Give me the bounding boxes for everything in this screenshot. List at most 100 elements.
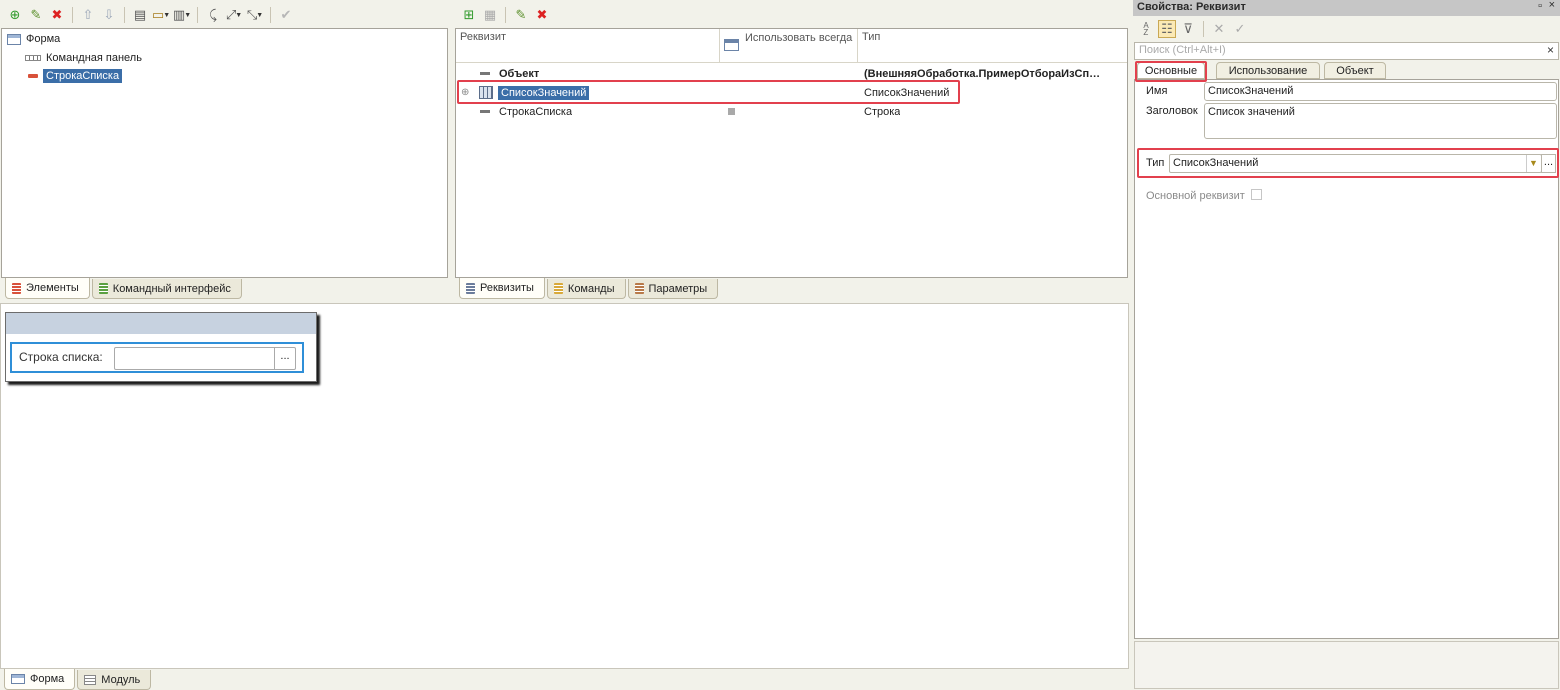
toolbar-separator [124, 7, 125, 23]
form-preview-header [6, 313, 316, 334]
requisites-tabbar: Реквизиты Команды Параметры [455, 278, 1128, 299]
minus-icon [480, 110, 490, 113]
apply-icon[interactable]: ✓ [1231, 20, 1249, 38]
tab-label: Командный интерфейс [112, 282, 231, 295]
tab-command-interface[interactable]: Командный интерфейс [91, 279, 242, 299]
column-header-label: Тип [862, 31, 881, 43]
tree-item-list-string[interactable]: СтрокаСписка [28, 67, 123, 85]
title-field[interactable]: Список значений [1204, 103, 1557, 139]
properties-toolbar: AZ ☷ ⊽ ✕ ✓ [1133, 17, 1560, 41]
sort-alphabet-icon[interactable]: AZ [1137, 20, 1155, 38]
tab-parameters[interactable]: Параметры [627, 279, 719, 299]
field-label: Строка списка: [19, 350, 103, 364]
pin-icon[interactable]: ▫ [1538, 0, 1542, 12]
resize-icon[interactable]: ⤢ ▼ [225, 6, 243, 24]
column-header-label: Реквизит [460, 31, 506, 43]
tab-label: Реквизиты [480, 282, 534, 294]
tree-item-label: Форма [26, 33, 61, 45]
close-icon[interactable]: × [1549, 0, 1555, 11]
form-preview-body: Строка списка: ... [10, 342, 304, 373]
choice-button-label: ... [280, 350, 290, 362]
clear-search-icon[interactable]: × [1547, 43, 1554, 57]
field-icon [28, 74, 38, 78]
parameters-icon [634, 283, 644, 294]
form-preview-window: Строка списка: ... [5, 312, 317, 382]
table-row[interactable]: СтрокаСписка Строка [458, 102, 1128, 121]
tab-form[interactable]: Форма [4, 669, 76, 690]
stretch-icon[interactable]: ⤡ ▼ [246, 6, 264, 24]
highlight-selected-row [457, 80, 960, 104]
elements-tree: Форма Командная панель СтрокаСписка [1, 28, 448, 278]
move-down-icon[interactable]: ⇩ [100, 6, 118, 24]
tree-item-label: СтрокаСписка [43, 69, 123, 83]
tab-label: Объект [1336, 64, 1374, 77]
name-field[interactable]: СписокЗначений [1204, 82, 1557, 101]
window-icon[interactable]: ▭ ▼ [152, 6, 170, 24]
use-always-checkbox[interactable] [728, 102, 735, 121]
toolbar-separator [197, 7, 198, 23]
table-icon [724, 39, 739, 51]
toolbar-separator [270, 7, 271, 23]
tab-module[interactable]: Модуль [77, 670, 152, 690]
commands-icon [553, 283, 563, 294]
tab-label: Использование [1228, 64, 1308, 77]
toolbar-separator [505, 7, 506, 23]
add-column-icon[interactable]: ▦ [481, 6, 499, 24]
minus-icon [480, 72, 490, 75]
tree-item-form[interactable]: Форма [7, 30, 60, 48]
main-requisite-checkbox[interactable] [1251, 189, 1262, 200]
transfer-icon[interactable]: ⤹ [204, 6, 222, 24]
categorized-icon[interactable]: ☷ [1158, 20, 1176, 38]
check-icon[interactable]: ✔ [277, 6, 295, 24]
requisites-icon [466, 282, 475, 294]
row-name: СтрокаСписка [499, 105, 573, 118]
elements-tabbar: Элементы Командный интерфейс [1, 278, 448, 299]
editor-tabbar: Форма Модуль [0, 669, 1129, 690]
tab-label: Элементы [26, 282, 79, 294]
tab-object[interactable]: Объект [1324, 62, 1386, 79]
choice-button[interactable]: ... [274, 348, 295, 369]
title-label: Заголовок [1146, 105, 1198, 117]
properties-titlebar: Свойства: Реквизит ▫ × [1133, 0, 1560, 16]
list-settings-icon[interactable]: ▤ [131, 6, 149, 24]
column-header-type[interactable]: Тип [858, 29, 1127, 63]
add-requisite-icon[interactable]: ⊞ [460, 6, 478, 24]
elements-icon [12, 282, 21, 294]
command-panel-icon [25, 55, 41, 61]
tab-requisites[interactable]: Реквизиты [459, 278, 545, 299]
main-requisite-label: Основной реквизит [1146, 190, 1245, 202]
elements-toolbar: ⊕ ✎ ✖ ⇧ ⇩ ▤ ▭ ▼ ▥ ▼ ⤹ ⤢ ▼ ⤡ ▼ ✔ [2, 2, 447, 28]
toolbar-separator [1203, 21, 1204, 37]
delete-icon[interactable]: ✖ [533, 6, 551, 24]
edit-icon[interactable]: ✎ [512, 6, 530, 24]
tab-label: Параметры [648, 282, 708, 295]
requisites-toolbar: ⊞ ▦ ✎ ✖ [456, 2, 1126, 28]
checkbox-icon [728, 108, 735, 115]
highlight-type-field [1137, 148, 1559, 178]
tree-item-command-panel[interactable]: Командная панель [25, 49, 142, 67]
column-header-use-always[interactable]: Использовать всегда [720, 29, 858, 63]
layout-icon[interactable]: ▥ ▼ [173, 6, 191, 24]
column-header-name[interactable]: Реквизит [456, 29, 720, 63]
filter-icon[interactable]: ⊽ [1179, 20, 1197, 38]
cancel-icon[interactable]: ✕ [1210, 20, 1228, 38]
toolbar-separator [72, 7, 73, 23]
tree-item-label: Командная панель [46, 52, 142, 64]
form-icon [11, 674, 25, 684]
properties-search[interactable]: Поиск (Ctrl+Alt+I) × [1134, 42, 1559, 60]
tab-commands[interactable]: Команды [546, 279, 626, 299]
form-icon [7, 33, 21, 45]
delete-icon[interactable]: ✖ [48, 6, 66, 24]
move-up-icon[interactable]: ⇧ [79, 6, 97, 24]
edit-icon[interactable]: ✎ [27, 6, 45, 24]
tab-usage[interactable]: Использование [1216, 62, 1320, 79]
row-icon [480, 102, 490, 121]
add-icon[interactable]: ⊕ [6, 6, 24, 24]
list-string-input[interactable]: ... [114, 347, 296, 370]
properties-title: Свойства: Реквизит [1137, 1, 1246, 13]
title-value: Список значений [1208, 106, 1295, 118]
tab-label: Форма [30, 673, 65, 685]
property-description-area [1134, 641, 1559, 689]
tab-elements[interactable]: Элементы [5, 278, 90, 299]
name-value: СписокЗначений [1208, 85, 1294, 97]
